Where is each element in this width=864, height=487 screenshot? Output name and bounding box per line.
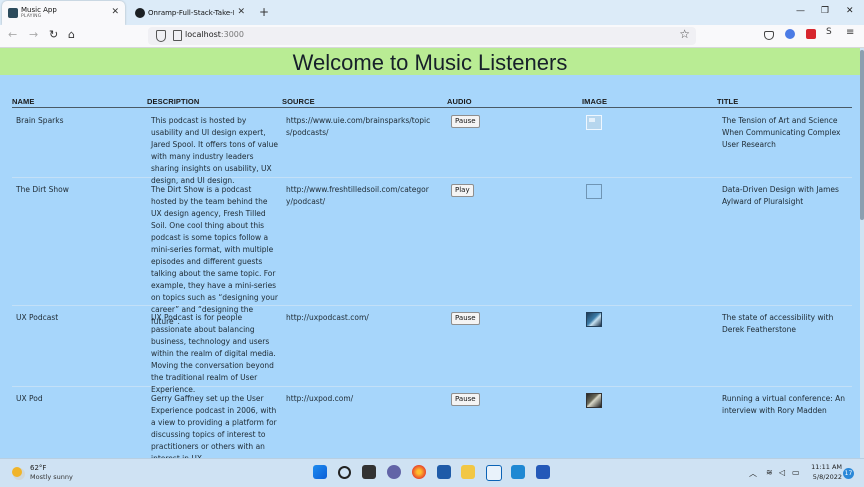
extension-s-icon[interactable]: S (826, 27, 836, 37)
podcast-name: UX Pod (16, 394, 43, 403)
tab-music-app[interactable]: Music App PLAYING ✕ (2, 1, 125, 25)
podcast-source: http://www.freshtilledsoil.com/category/… (286, 185, 429, 206)
table-header: NAME DESCRIPTION SOURCE AUDIO IMAGE TITL… (12, 97, 852, 108)
start-windows-icon[interactable] (313, 465, 327, 479)
close-tab-icon[interactable]: ✕ (111, 7, 119, 17)
restore-icon[interactable]: ❐ (821, 6, 829, 16)
extension-shield-icon[interactable] (806, 29, 816, 39)
task-view-icon[interactable] (362, 465, 376, 479)
podcast-thumbnail (586, 184, 602, 199)
close-window-icon[interactable]: ✕ (846, 6, 854, 16)
pause-button[interactable]: Pause (451, 393, 480, 406)
url-port: :3000 (220, 30, 244, 39)
podcast-description: Gerry Gaffney set up the User Experience… (151, 394, 277, 458)
search-icon[interactable] (338, 466, 351, 479)
podcast-description: UX Podcast is for people passionate abou… (151, 313, 276, 394)
github-favicon-icon (135, 8, 145, 18)
column-header-title: TITLE (717, 97, 739, 106)
music-app-favicon-icon (8, 8, 18, 18)
word-icon[interactable] (536, 465, 550, 479)
image-cell (586, 115, 602, 130)
browser-tab-strip: Music App PLAYING ✕ Onramp-Full-Stack-Ta… (0, 0, 864, 25)
column-header-source: SOURCE (282, 97, 315, 106)
account-avatar-icon[interactable] (785, 29, 795, 39)
page-title: Welcome to Music Listeners (292, 50, 568, 75)
column-header-audio: AUDIO (447, 97, 472, 106)
url-host: localhost (185, 30, 221, 39)
podcast-name: Brain Sparks (16, 116, 64, 125)
tab-github[interactable]: Onramp-Full-Stack-Take-Home ✕ (129, 1, 249, 25)
battery-icon[interactable]: ▭ (792, 468, 800, 477)
file-explorer-icon[interactable] (461, 465, 475, 479)
audio-cell: Pause (451, 312, 480, 325)
url-text[interactable]: localhost:3000 (185, 30, 244, 39)
scrollbar-thumb[interactable] (860, 50, 864, 220)
image-cell (586, 393, 602, 408)
podcast-name: UX Podcast (16, 313, 59, 322)
clock-time[interactable]: 11:11 AM (810, 463, 842, 471)
windows-taskbar: 62°F Mostly sunny ︿ ≋ ◁ ▭ 11:11 AM 5/8/2… (0, 458, 864, 487)
column-header-image: IMAGE (582, 97, 608, 106)
browser-navigation-bar: ← → ↻ ⌂ localhost:3000 ☆ S ≡ (0, 25, 864, 48)
table-row: Brain Sparks This podcast is hosted by u… (12, 109, 852, 185)
tracking-protection-shield-icon[interactable] (156, 30, 166, 42)
tab-playing-indicator: PLAYING (21, 14, 42, 19)
table-row: UX Pod Gerry Gaffney set up the User Exp… (12, 387, 852, 458)
image-cell (586, 184, 602, 199)
podcast-source: http://uxpodcast.com/ (286, 313, 369, 322)
wifi-icon[interactable]: ≋ (766, 468, 773, 477)
episode-title: Data-Driven Design with James Aylward of… (722, 185, 839, 206)
home-icon[interactable]: ⌂ (68, 28, 75, 41)
table-row: UX Podcast UX Podcast is for people pass… (12, 306, 852, 394)
minimize-icon[interactable]: — (796, 6, 805, 16)
tab-title: Onramp-Full-Stack-Take-Home (148, 9, 234, 17)
podcast-thumbnail (586, 312, 602, 327)
store-icon[interactable] (437, 465, 451, 479)
menu-icon[interactable]: ≡ (846, 27, 856, 38)
pause-button[interactable]: Pause (451, 115, 480, 128)
pocket-icon[interactable] (764, 31, 774, 40)
clock-date[interactable]: 5/8/2022 (810, 473, 842, 481)
podcast-source: https://www.uie.com/brainsparks/topics/p… (286, 116, 431, 137)
weather-temperature[interactable]: 62°F (30, 464, 46, 472)
column-header-name: NAME (12, 97, 35, 106)
page-viewport: Welcome to Music Listeners NAME DESCRIPT… (0, 48, 860, 458)
header-banner: Welcome to Music Listeners (0, 48, 860, 75)
podcast-source: http://uxpod.com/ (286, 394, 354, 403)
bookmark-star-icon[interactable]: ☆ (679, 27, 690, 41)
tab-title: Music App (21, 6, 57, 14)
back-icon[interactable]: ← (8, 28, 17, 41)
new-tab-icon[interactable]: + (259, 5, 269, 19)
volume-icon[interactable]: ◁ (779, 468, 785, 477)
pause-button[interactable]: Pause (451, 312, 480, 325)
address-bar[interactable]: localhost:3000 ☆ (148, 27, 696, 45)
episode-title: The state of accessibility with Derek Fe… (722, 313, 834, 334)
episode-title: Running a virtual conference: An intervi… (722, 394, 845, 415)
notification-badge[interactable]: 17 (843, 468, 854, 479)
close-tab-icon[interactable]: ✕ (237, 7, 245, 17)
weather-description[interactable]: Mostly sunny (30, 473, 73, 481)
forward-icon[interactable]: → (29, 28, 38, 41)
audio-cell: Pause (451, 393, 480, 406)
weather-sun-icon[interactable] (12, 467, 22, 477)
audio-cell: Pause (451, 115, 480, 128)
firefox-icon[interactable] (412, 465, 426, 479)
podcast-name: The Dirt Show (16, 185, 69, 194)
table-row: The Dirt Show The Dirt Show is a podcast… (12, 178, 852, 326)
page-scrollbar[interactable] (860, 48, 864, 458)
app-icon[interactable] (486, 465, 502, 481)
podcast-description: This podcast is hosted by usability and … (151, 116, 278, 185)
vscode-icon[interactable] (511, 465, 525, 479)
image-cell (586, 312, 602, 327)
chat-icon[interactable] (387, 465, 401, 479)
podcast-thumbnail (586, 393, 602, 408)
page-info-icon[interactable] (173, 30, 182, 41)
column-header-description: DESCRIPTION (147, 97, 200, 106)
podcast-thumbnail (586, 115, 602, 130)
audio-cell: Play (451, 184, 474, 197)
show-hidden-icons-chevron-icon[interactable]: ︿ (749, 468, 757, 479)
episode-title: The Tension of Art and Science When Comm… (722, 116, 841, 149)
reload-icon[interactable]: ↻ (49, 28, 58, 41)
play-button[interactable]: Play (451, 184, 474, 197)
